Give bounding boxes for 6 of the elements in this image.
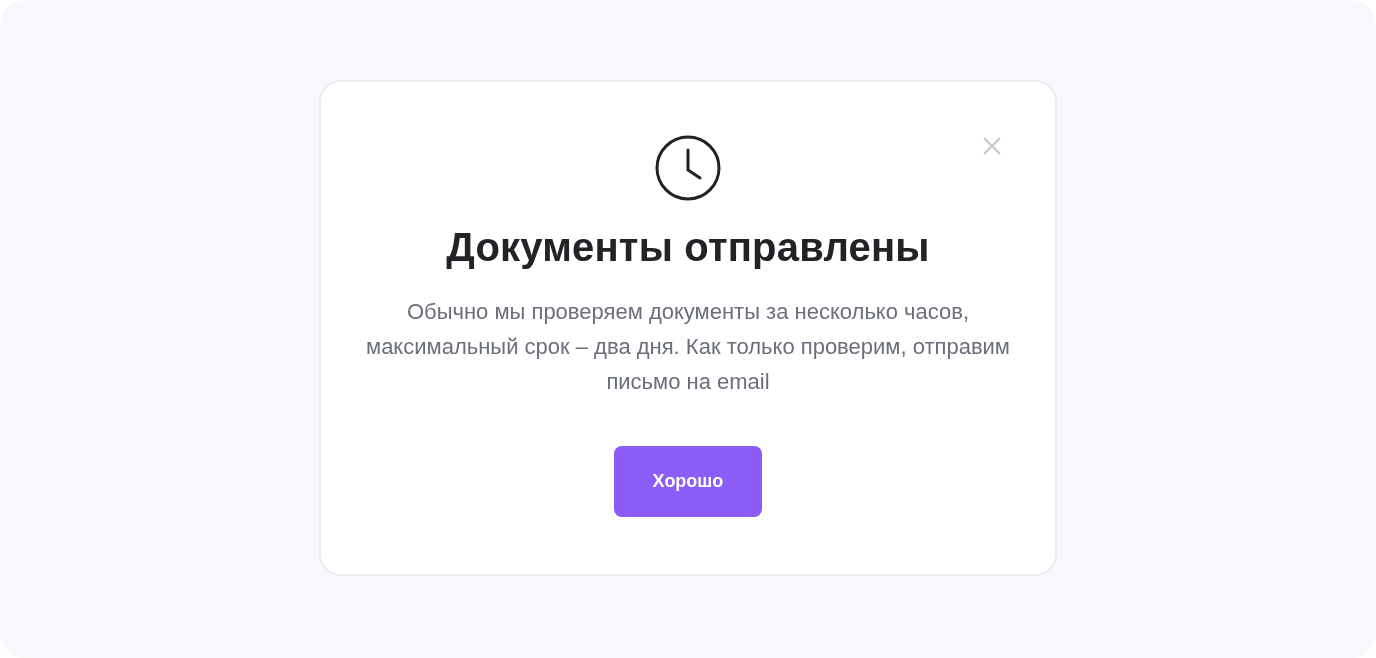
close-icon [981,135,1003,157]
ok-button[interactable]: Хорошо [614,446,762,517]
dialog-title: Документы отправлены [446,224,930,271]
clock-icon [655,135,721,201]
dialog-message: Обычно мы проверяем документы за несколько часов, максимальный срок – два дня. Как только проверим, отправим письмо на email [365,298,1011,396]
close-button[interactable] [981,135,1003,157]
